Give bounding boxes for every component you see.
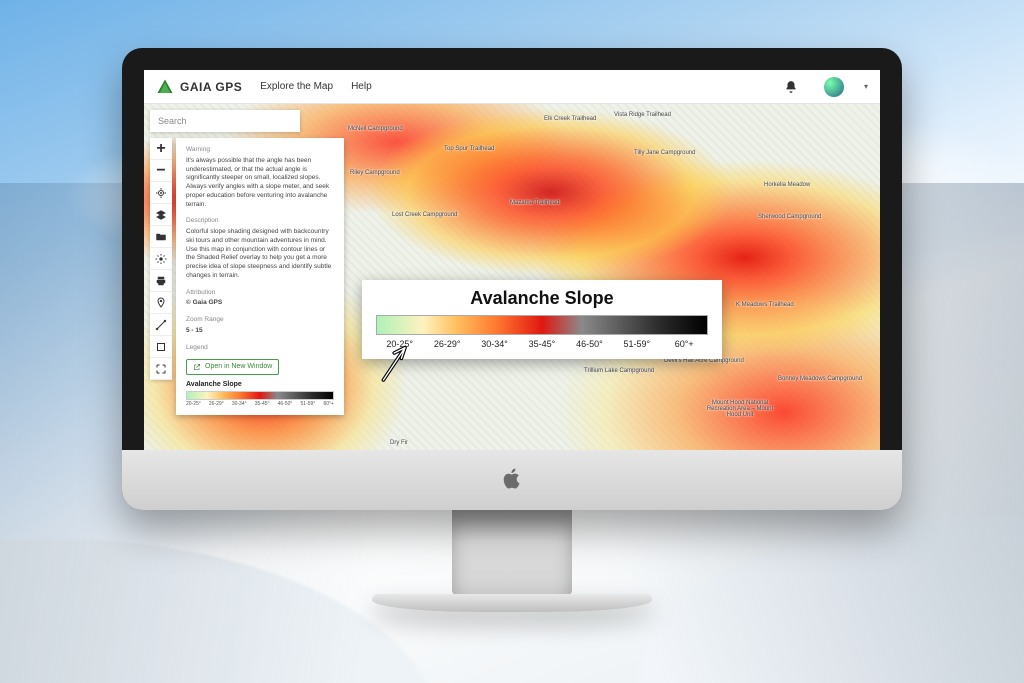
print-icon	[155, 275, 167, 287]
nav-explore[interactable]: Explore the Map	[260, 81, 333, 92]
gear-icon	[155, 253, 167, 265]
fullscreen-button[interactable]	[150, 358, 172, 380]
fullscreen-icon	[155, 363, 167, 375]
map-label: McNeil Campground	[348, 126, 403, 132]
brand-logo-icon	[156, 78, 174, 96]
map-label: Trillium Lake Campground	[584, 368, 654, 374]
map-label: Tilly Jane Campground	[634, 150, 695, 156]
mini-legend-r4: 46-50°	[278, 401, 293, 407]
map-label: Mount Hood National Recreation Area – Mo…	[700, 400, 780, 418]
minus-icon: −	[156, 162, 165, 180]
mini-legend-r3: 35-45°	[255, 401, 270, 407]
mini-legend-r6: 60°+	[323, 401, 333, 407]
zoom-range-body: 5 - 15	[186, 327, 334, 336]
area-icon	[155, 341, 167, 353]
zoom-range-heading: Zoom Range	[186, 316, 334, 325]
legend-r1: 26-29°	[423, 339, 470, 349]
route-button[interactable]	[150, 314, 172, 336]
warning-body: It's always possible that the angle has …	[186, 157, 334, 210]
bell-icon	[784, 80, 798, 94]
plus-icon: +	[156, 140, 165, 158]
warning-heading: Warning	[186, 146, 334, 155]
map-label: K Meadows Trailhead	[736, 302, 794, 308]
notifications-button[interactable]	[782, 78, 800, 96]
mini-legend-r5: 51-59°	[301, 401, 316, 407]
layers-icon	[155, 209, 167, 221]
imac-chin	[122, 450, 902, 510]
map-label: Mazama Trailhead	[510, 200, 559, 206]
chevron-down-icon: ▾	[864, 82, 868, 91]
legend-labels: 20-25° 26-29° 30-34° 35-45° 46-50° 51-59…	[376, 339, 708, 349]
app-screen: GAIA GPS Explore the Map Help ▾ Elk Cree…	[144, 70, 880, 450]
locate-button[interactable]	[150, 182, 172, 204]
search-input[interactable]: Search	[150, 110, 300, 132]
zoom-in-button[interactable]: +	[150, 138, 172, 160]
legend-title: Avalanche Slope	[376, 288, 708, 309]
map-tool-rail: + −	[150, 138, 172, 380]
mini-legend-gradient	[186, 391, 334, 400]
legend-r3: 35-45°	[518, 339, 565, 349]
zoom-out-button[interactable]: −	[150, 160, 172, 182]
description-heading: Description	[186, 217, 334, 226]
mini-legend-r1: 26-29°	[209, 401, 224, 407]
legend-r6: 60°+	[661, 339, 708, 349]
apple-logo-icon	[500, 466, 524, 495]
mini-legend-r2: 30-34°	[232, 401, 247, 407]
cursor-arrow-icon	[378, 340, 414, 384]
map-label: Horkelia Meadow	[764, 182, 810, 188]
settings-button[interactable]	[150, 248, 172, 270]
map-label: Vista Ridge Trailhead	[614, 112, 671, 118]
map-canvas[interactable]: Elk Creek Trailhead Vista Ridge Trailhea…	[144, 104, 880, 450]
open-new-window-button[interactable]: Open in New Window	[186, 359, 279, 375]
map-label: Sherwood Campground	[758, 214, 821, 220]
folder-button[interactable]	[150, 226, 172, 248]
legend-heading: Legend	[186, 344, 334, 353]
pin-icon	[155, 297, 167, 309]
brand[interactable]: GAIA GPS	[156, 78, 242, 96]
locate-icon	[155, 187, 167, 199]
imac-bezel: GAIA GPS Explore the Map Help ▾ Elk Cree…	[122, 48, 902, 510]
map-label: Dry Fir	[390, 440, 408, 446]
attribution-body: © Gaia GPS	[186, 299, 334, 308]
mini-legend-r0: 20-25°	[186, 401, 201, 407]
legend-r5: 51-59°	[613, 339, 660, 349]
area-button[interactable]	[150, 336, 172, 358]
imac-mockup: GAIA GPS Explore the Map Help ▾ Elk Cree…	[122, 48, 902, 612]
map-label: Riley Campground	[350, 170, 400, 176]
map-label: Bonney Meadows Campground	[778, 376, 862, 382]
map-label: Top Spur Trailhead	[444, 146, 494, 152]
legend-r4: 46-50°	[566, 339, 613, 349]
external-link-icon	[193, 363, 201, 371]
nav-help[interactable]: Help	[351, 81, 372, 92]
imac-stand-foot	[372, 594, 652, 612]
annotation-arrow	[378, 340, 414, 384]
legend-r2: 30-34°	[471, 339, 518, 349]
app-header: GAIA GPS Explore the Map Help ▾	[144, 70, 880, 104]
user-avatar[interactable]	[824, 77, 844, 97]
search-placeholder: Search	[158, 116, 187, 126]
folder-icon	[155, 231, 167, 243]
mini-legend-title: Avalanche Slope	[186, 381, 334, 388]
legend-callout: Avalanche Slope 20-25° 26-29° 30-34° 35-…	[362, 280, 722, 359]
attribution-heading: Attribution	[186, 289, 334, 298]
print-button[interactable]	[150, 270, 172, 292]
open-new-label: Open in New Window	[205, 363, 272, 370]
brand-text: GAIA GPS	[180, 80, 242, 94]
waypoint-button[interactable]	[150, 292, 172, 314]
layers-button[interactable]	[150, 204, 172, 226]
layer-info-panel: Warning It's always possible that the an…	[176, 138, 344, 415]
mini-legend-labels: 20-25° 26-29° 30-34° 35-45° 46-50° 51-59…	[186, 401, 334, 407]
description-body: Colorful slope shading designed with bac…	[186, 228, 334, 281]
route-icon	[155, 319, 167, 331]
legend-gradient	[376, 315, 708, 335]
map-label: Elk Creek Trailhead	[544, 116, 596, 122]
imac-stand-neck	[452, 506, 572, 596]
map-label: Lost Creek Campground	[392, 212, 457, 218]
